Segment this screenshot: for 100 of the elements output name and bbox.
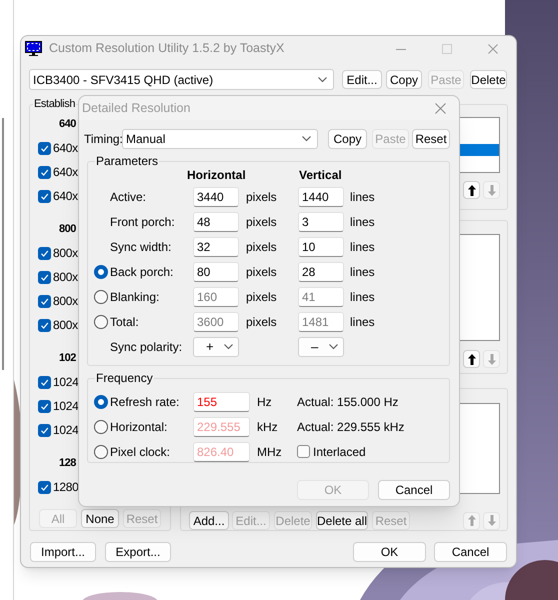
- unit-label: kHz: [256, 418, 279, 436]
- checkbox-label: 800x: [53, 269, 78, 286]
- add-button[interactable]: Add...: [189, 511, 229, 530]
- group-header: 128: [59, 456, 76, 471]
- checkbox-label: 1024: [53, 422, 78, 439]
- check-icon: [40, 192, 49, 200]
- unit-label: pixels: [245, 288, 278, 306]
- input-field[interactable]: 28: [298, 262, 344, 282]
- move-up-button[interactable]: [463, 181, 480, 199]
- unit-label: MHz: [256, 444, 283, 460]
- field-label: Active:: [110, 188, 148, 206]
- actual-value: Actual: 155.000 Hz: [297, 394, 400, 410]
- checkbox-label: 1024: [53, 374, 78, 391]
- checkbox[interactable]: [38, 480, 51, 494]
- checkbox[interactable]: [38, 166, 51, 178]
- unit-label: Hz: [256, 394, 273, 410]
- dialog-title: Detailed Resolution: [82, 100, 190, 117]
- polarity-dropdown[interactable]: –: [298, 336, 344, 356]
- input-field[interactable]: 155: [193, 392, 250, 412]
- field-label: Refresh rate:: [110, 394, 180, 410]
- timing-dropdown[interactable]: Manual: [122, 129, 318, 149]
- ok-button[interactable]: OK: [353, 542, 426, 562]
- checkbox-label: Interlaced: [313, 444, 366, 460]
- check-icon: [40, 168, 49, 176]
- radio-button[interactable]: [94, 264, 108, 278]
- copy-button[interactable]: Copy: [328, 129, 367, 149]
- checkbox[interactable]: [38, 142, 51, 154]
- checkbox[interactable]: [38, 318, 51, 332]
- down-arrow-icon: [486, 184, 496, 196]
- actual-value: Actual: 229.555 kHz: [297, 418, 406, 436]
- checkbox[interactable]: [38, 270, 51, 284]
- check-icon: [40, 320, 49, 330]
- input-field[interactable]: 32: [193, 236, 239, 256]
- cancel-button[interactable]: Cancel: [434, 542, 507, 562]
- group-title: Frequency: [95, 371, 154, 385]
- field-label: Sync width:: [110, 238, 172, 256]
- checkbox[interactable]: [38, 294, 51, 308]
- checkbox-label: 800x: [53, 293, 78, 310]
- unit-label: lines: [349, 238, 376, 256]
- checkbox-label: 1280: [53, 479, 78, 496]
- input-field[interactable]: 3440: [193, 186, 239, 206]
- input-field[interactable]: 10: [298, 236, 344, 256]
- checkbox[interactable]: [38, 190, 51, 202]
- checkbox-label: 800x: [53, 245, 78, 262]
- down-arrow-icon: [486, 515, 496, 526]
- check-icon: [40, 248, 49, 258]
- input-field[interactable]: 3: [298, 212, 344, 232]
- check-icon: [40, 482, 49, 492]
- field-label: Total:: [110, 314, 140, 330]
- radio-button[interactable]: [94, 394, 108, 408]
- maximize-icon: [442, 44, 452, 54]
- copy-button[interactable]: Copy: [386, 70, 422, 89]
- group-header: 640: [59, 116, 76, 132]
- delete-button[interactable]: Delete: [470, 70, 507, 89]
- up-arrow-icon: [466, 184, 476, 196]
- move-up-button[interactable]: [463, 350, 480, 368]
- checkbox-label: 640x: [53, 164, 78, 181]
- import-button[interactable]: Import...: [30, 542, 96, 562]
- checkbox-label: 640x: [53, 140, 78, 157]
- unit-label: lines: [349, 188, 376, 206]
- close-icon: [488, 44, 498, 54]
- edit-button[interactable]: Edit...: [342, 70, 382, 89]
- input-field[interactable]: 80: [193, 262, 239, 282]
- monitor-dropdown[interactable]: ICB3400 - SFV3415 QHD (active): [29, 69, 334, 90]
- check-icon: [40, 378, 49, 386]
- unit-label: pixels: [245, 214, 278, 230]
- check-icon: [40, 402, 49, 410]
- field-label: Pixel clock:: [110, 444, 172, 460]
- input-field[interactable]: 48: [193, 212, 239, 232]
- cancel-button[interactable]: Cancel: [378, 480, 450, 500]
- caret-icon: [318, 76, 327, 82]
- check-icon: [40, 426, 49, 434]
- group-header: 102: [59, 350, 76, 366]
- checkbox[interactable]: [38, 246, 51, 260]
- window-title: Custom Resolution Utility 1.5.2 by ToastyX: [49, 40, 284, 58]
- group-title: Parameters: [95, 154, 160, 168]
- up-arrow-icon: [466, 515, 476, 526]
- checkbox[interactable]: [38, 424, 51, 436]
- field-label: Sync polarity:: [110, 338, 184, 356]
- group-header: 800: [59, 222, 76, 237]
- polarity-dropdown[interactable]: +: [193, 336, 239, 356]
- reset-button[interactable]: Reset: [412, 129, 450, 149]
- unit-label: pixels: [245, 264, 278, 280]
- column-header: Horizontal: [187, 167, 247, 184]
- close-icon: [434, 102, 446, 114]
- check-icon: [40, 296, 49, 306]
- checkbox[interactable]: [38, 376, 51, 388]
- field-label: Horizontal:: [110, 418, 168, 436]
- checkbox[interactable]: [38, 400, 51, 412]
- caret-icon: [329, 344, 338, 350]
- scrollbar-thumb[interactable]: [2, 118, 4, 370]
- none-button[interactable]: None: [81, 509, 119, 528]
- field-label: Front porch:: [110, 214, 176, 230]
- export-button[interactable]: Export...: [105, 542, 171, 562]
- unit-label: lines: [349, 288, 376, 306]
- column-header: Vertical: [299, 167, 342, 184]
- delete-all-button[interactable]: Delete all: [316, 511, 368, 530]
- input-field[interactable]: 1440: [298, 186, 344, 206]
- checkbox-label: 1024: [53, 398, 78, 415]
- checkbox-label: 800x: [53, 317, 78, 334]
